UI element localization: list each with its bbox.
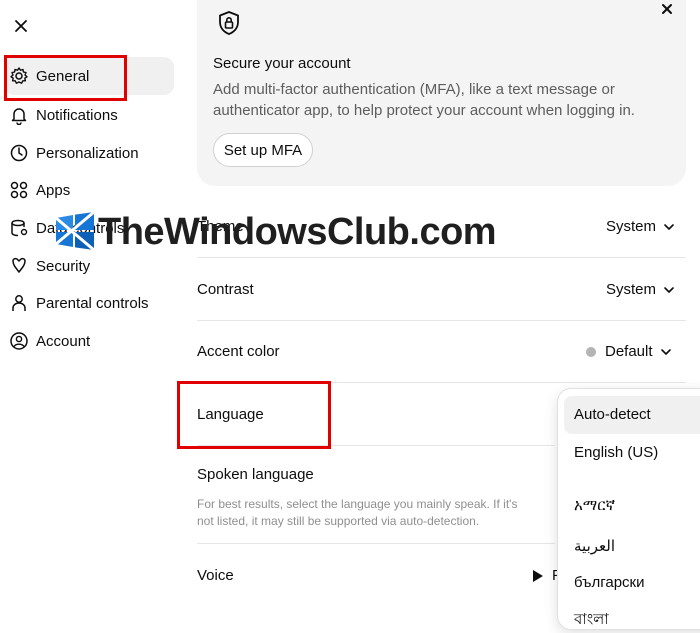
sidebar-item-label: Parental controls — [36, 294, 149, 312]
divider — [197, 543, 555, 544]
accent-color-select[interactable]: Default — [586, 343, 673, 360]
voice-label: Voice — [197, 567, 234, 584]
chevron-down-icon — [656, 283, 676, 297]
language-option[interactable]: አማርኛ — [574, 497, 615, 514]
sidebar-item-personalization[interactable]: Personalization — [4, 134, 174, 172]
sidebar-item-label: Account — [36, 332, 91, 350]
divider — [197, 320, 686, 321]
language-option[interactable]: العربية — [574, 537, 615, 555]
play-icon — [526, 569, 544, 583]
sidebar-item-label: Notifications — [36, 106, 118, 124]
annotation-box-language — [177, 381, 331, 449]
contrast-label: Contrast — [197, 281, 254, 298]
chevron-down-icon — [656, 220, 676, 234]
close-icon[interactable] — [10, 15, 32, 37]
sidebar-item-parental-controls[interactable]: Parental controls — [4, 284, 174, 322]
chevron-down-icon — [653, 345, 673, 359]
sidebar-item-notifications[interactable]: Notifications — [4, 96, 174, 134]
lock-icon — [216, 10, 242, 36]
spoken-language-hint: For best results, select the language yo… — [197, 497, 518, 528]
language-option[interactable]: български — [574, 574, 645, 591]
sidebar-item-account[interactable]: Account — [4, 322, 174, 360]
sidebar-item-label: Security — [36, 257, 91, 275]
language-option[interactable]: Auto-detect — [574, 406, 651, 423]
mfa-description: Add multi-factor authentication (MFA), l… — [213, 81, 635, 119]
security-icon — [9, 256, 29, 276]
person-icon — [9, 293, 29, 313]
contrast-value: System — [606, 281, 657, 298]
personalization-icon — [9, 143, 29, 163]
sidebar-item-label: Personalization — [36, 144, 139, 162]
accent-color-value: Default — [605, 343, 653, 360]
bell-icon — [9, 105, 29, 125]
spoken-language-label: Spoken language — [197, 466, 314, 483]
annotation-box-general — [4, 55, 127, 101]
apps-grid-icon — [9, 180, 29, 200]
language-option[interactable]: English (US) — [574, 444, 658, 461]
close-icon[interactable] — [657, 0, 677, 20]
windows-logo-icon — [54, 210, 96, 252]
watermark: TheWindowsClub.com — [54, 206, 514, 258]
accent-color-dot — [586, 346, 596, 357]
theme-value: System — [606, 218, 657, 235]
database-icon — [9, 218, 29, 238]
contrast-select[interactable]: System — [606, 281, 676, 298]
accent-color-label: Accent color — [197, 343, 280, 360]
setup-mfa-button[interactable]: Set up MFA — [213, 133, 313, 167]
mfa-title: Secure your account — [213, 55, 351, 72]
language-option[interactable]: বাংলা — [574, 608, 609, 633]
theme-select[interactable]: System — [606, 218, 676, 235]
account-icon — [9, 331, 29, 351]
sidebar-item-apps[interactable]: Apps — [4, 171, 174, 209]
sidebar-item-label: Apps — [36, 181, 71, 199]
watermark-text: TheWindowsClub.com — [98, 211, 497, 253]
